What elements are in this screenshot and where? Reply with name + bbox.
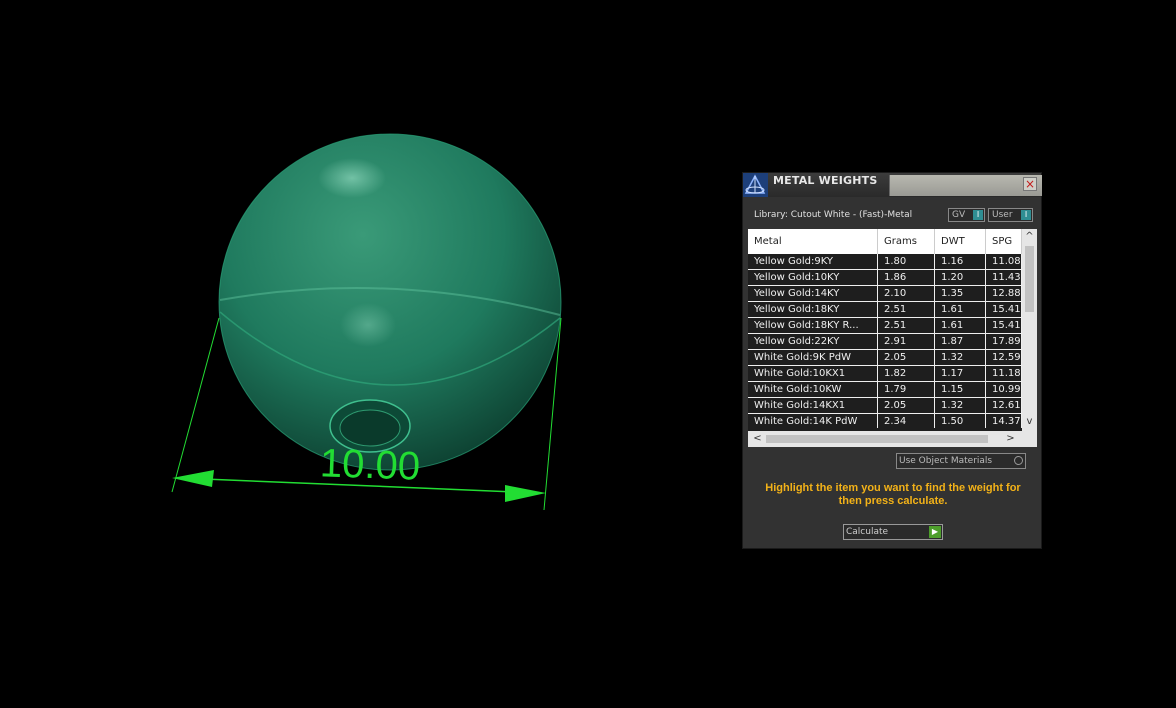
cell-dwt: 1.35 [935, 286, 986, 301]
gv-toggle-label: GV [952, 210, 966, 220]
cell-spg: 17.89 [986, 334, 1022, 349]
cell-spg: 15.41 [986, 302, 1022, 317]
cell-spg: 12.59 [986, 350, 1022, 365]
titlebar-tab [889, 175, 1042, 196]
scroll-up-icon[interactable]: ^ [1022, 230, 1037, 244]
viewport-canvas[interactable]: 10.00 [0, 0, 740, 708]
cell-grams: 2.05 [878, 398, 935, 413]
table-row[interactable]: White Gold:14KX1 2.05 1.32 12.61 [748, 398, 1022, 414]
cell-metal: Yellow Gold:18KY R... [748, 318, 878, 333]
cell-spg: 14.37 [986, 414, 1022, 428]
cell-metal: Yellow Gold:14KY [748, 286, 878, 301]
cell-spg: 11.43 [986, 270, 1022, 285]
cell-spg: 15.41 [986, 318, 1022, 333]
cell-dwt: 1.20 [935, 270, 986, 285]
cell-dwt: 1.17 [935, 366, 986, 381]
table-body: Yellow Gold:9KY 1.80 1.16 11.08 Yellow Gold:… [748, 254, 1022, 428]
3d-viewport[interactable]: 10.00 [0, 0, 740, 708]
table-row[interactable]: Yellow Gold:14KY 2.10 1.35 12.88 [748, 286, 1022, 302]
cell-dwt: 1.32 [935, 350, 986, 365]
cell-dwt: 1.32 [935, 398, 986, 413]
cell-spg: 11.18 [986, 366, 1022, 381]
column-header-metal[interactable]: Metal [748, 229, 878, 254]
cell-dwt: 1.61 [935, 302, 986, 317]
cell-metal: Yellow Gold:9KY [748, 254, 878, 269]
library-label: Library: Cutout White - (Fast)-Metal [754, 210, 913, 220]
table-row[interactable]: White Gold:9K PdW 2.05 1.32 12.59 [748, 350, 1022, 366]
cell-dwt: 1.16 [935, 254, 986, 269]
cell-dwt: 1.15 [935, 382, 986, 397]
cell-grams: 1.80 [878, 254, 935, 269]
cell-grams: 2.91 [878, 334, 935, 349]
vertical-scrollbar[interactable]: ^ v [1022, 229, 1037, 431]
user-indicator-icon: I [1021, 210, 1031, 220]
table-row[interactable]: Yellow Gold:22KY 2.91 1.87 17.89 [748, 334, 1022, 350]
user-toggle[interactable]: User I [988, 208, 1033, 222]
calculate-button[interactable]: Calculate ▶ [843, 524, 943, 540]
table-row[interactable]: White Gold:10KX1 1.82 1.17 11.18 [748, 366, 1022, 382]
cell-spg: 12.61 [986, 398, 1022, 413]
radio-icon[interactable] [1014, 456, 1023, 465]
horizontal-scrollbar[interactable]: < > [748, 431, 1037, 447]
scroll-left-icon[interactable]: < [750, 431, 765, 447]
cell-grams: 1.86 [878, 270, 935, 285]
cell-grams: 1.82 [878, 366, 935, 381]
app-logo-icon [743, 173, 768, 197]
table-row[interactable]: Yellow Gold:9KY 1.80 1.16 11.08 [748, 254, 1022, 270]
cell-metal: Yellow Gold:18KY [748, 302, 878, 317]
cell-grams: 1.79 [878, 382, 935, 397]
cell-dwt: 1.61 [935, 318, 986, 333]
cell-spg: 11.08 [986, 254, 1022, 269]
cell-grams: 2.51 [878, 318, 935, 333]
table-row[interactable]: Yellow Gold:18KY R... 2.51 1.61 15.41 [748, 318, 1022, 334]
cell-dwt: 1.87 [935, 334, 986, 349]
column-header-dwt[interactable]: DWT [935, 229, 986, 254]
table-row[interactable]: White Gold:14K PdW 2.34 1.50 14.37 [748, 414, 1022, 428]
table-row[interactable]: Yellow Gold:10KY 1.86 1.20 11.43 [748, 270, 1022, 286]
cell-metal: White Gold:14K PdW [748, 414, 878, 428]
cell-metal: Yellow Gold:22KY [748, 334, 878, 349]
cell-metal: Yellow Gold:10KY [748, 270, 878, 285]
panel-titlebar[interactable]: METAL WEIGHTS × [743, 173, 1042, 197]
cell-metal: White Gold:10KX1 [748, 366, 878, 381]
close-icon[interactable]: × [1023, 177, 1037, 191]
use-object-materials-option[interactable]: Use Object Materials [896, 453, 1026, 469]
instruction-text: Highlight the item you want to find the … [765, 482, 1021, 507]
cell-spg: 12.88 [986, 286, 1022, 301]
sphere-model[interactable] [218, 133, 562, 471]
horizontal-scroll-thumb[interactable] [766, 435, 988, 443]
cell-grams: 2.34 [878, 414, 935, 428]
panel-title: METAL WEIGHTS [773, 174, 878, 187]
dimension-label: 10.00 [319, 441, 421, 488]
cell-dwt: 1.50 [935, 414, 986, 428]
scroll-down-icon[interactable]: v [1022, 415, 1037, 429]
cell-grams: 2.10 [878, 286, 935, 301]
cell-metal: White Gold:10KW [748, 382, 878, 397]
cell-metal: White Gold:9K PdW [748, 350, 878, 365]
cell-metal: White Gold:14KX1 [748, 398, 878, 413]
cell-spg: 10.99 [986, 382, 1022, 397]
cell-grams: 2.51 [878, 302, 935, 317]
metal-table[interactable]: Metal Grams DWT SPG Yellow Gold:9KY 1.80 1… [748, 229, 1037, 447]
user-toggle-label: User [992, 210, 1013, 220]
calculate-label: Calculate [846, 527, 889, 537]
use-object-materials-label: Use Object Materials [899, 456, 993, 466]
vertical-scroll-thumb[interactable] [1025, 246, 1034, 312]
play-arrow-icon: ▶ [929, 526, 941, 538]
gv-toggle[interactable]: GV I [948, 208, 985, 222]
cell-grams: 2.05 [878, 350, 935, 365]
column-header-grams[interactable]: Grams [878, 229, 935, 254]
table-header: Metal Grams DWT SPG [748, 229, 1022, 254]
table-row[interactable]: Yellow Gold:18KY 2.51 1.61 15.41 [748, 302, 1022, 318]
gv-indicator-icon: I [973, 210, 983, 220]
metal-weights-panel: METAL WEIGHTS × Library: Cutout White - … [742, 172, 1042, 549]
scroll-right-icon[interactable]: > [1003, 431, 1018, 447]
table-row[interactable]: White Gold:10KW 1.79 1.15 10.99 [748, 382, 1022, 398]
column-header-spg[interactable]: SPG [986, 229, 1022, 254]
